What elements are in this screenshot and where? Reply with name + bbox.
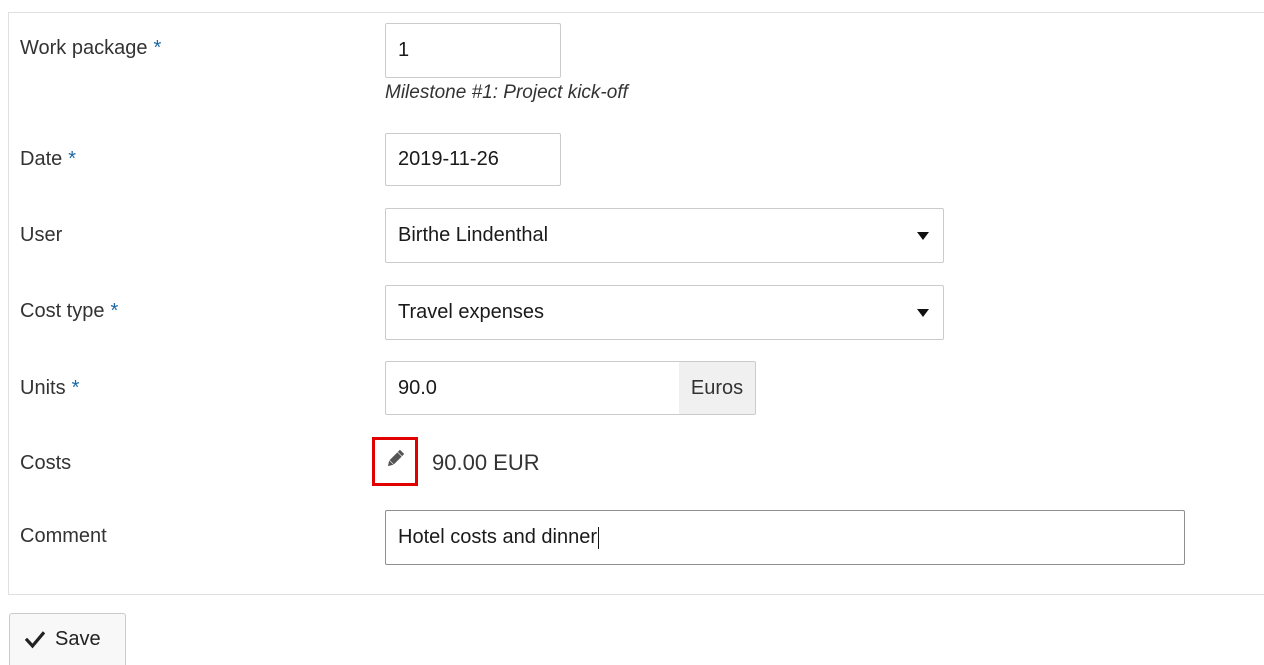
cost-type-value: Travel expenses: [398, 301, 544, 323]
save-button[interactable]: Save: [9, 613, 126, 665]
units-unit-addon: Euros: [679, 361, 756, 415]
work-package-input[interactable]: 1: [385, 23, 561, 78]
date-input[interactable]: 2019-11-26: [385, 133, 561, 186]
required-asterisk: *: [68, 148, 77, 170]
work-package-hint: Milestone #1: Project kick-off: [385, 82, 628, 103]
triangle-down-icon: [917, 308, 929, 317]
user-label: User: [20, 224, 63, 246]
save-button-label: Save: [55, 628, 101, 650]
comment-input[interactable]: Hotel costs and dinner: [385, 510, 1185, 565]
checkmark-icon: [25, 630, 45, 649]
units-value: 90.0: [398, 376, 437, 399]
units-label: Units *: [20, 377, 80, 399]
comment-label: Comment: [20, 525, 107, 547]
comment-value: Hotel costs and dinner: [398, 526, 598, 548]
work-package-value: 1: [398, 39, 410, 61]
date-value: 2019-11-26: [398, 148, 499, 170]
required-asterisk: *: [71, 377, 80, 399]
pencil-icon: [383, 447, 407, 476]
work-package-label: Work package *: [20, 37, 162, 59]
required-asterisk: *: [110, 300, 119, 322]
required-asterisk: *: [153, 37, 162, 59]
text-cursor: [598, 526, 600, 549]
cost-type-label: Cost type *: [20, 300, 119, 322]
edit-costs-button[interactable]: [372, 437, 418, 486]
costs-label: Costs: [20, 452, 72, 474]
units-input[interactable]: 90.0: [385, 361, 680, 415]
user-select[interactable]: Birthe Lindenthal: [385, 208, 944, 263]
cost-type-select[interactable]: Travel expenses: [385, 285, 944, 340]
date-label: Date *: [20, 148, 77, 170]
user-value: Birthe Lindenthal: [398, 224, 549, 246]
costs-value: 90.00 EUR: [432, 450, 540, 475]
triangle-down-icon: [917, 231, 929, 240]
